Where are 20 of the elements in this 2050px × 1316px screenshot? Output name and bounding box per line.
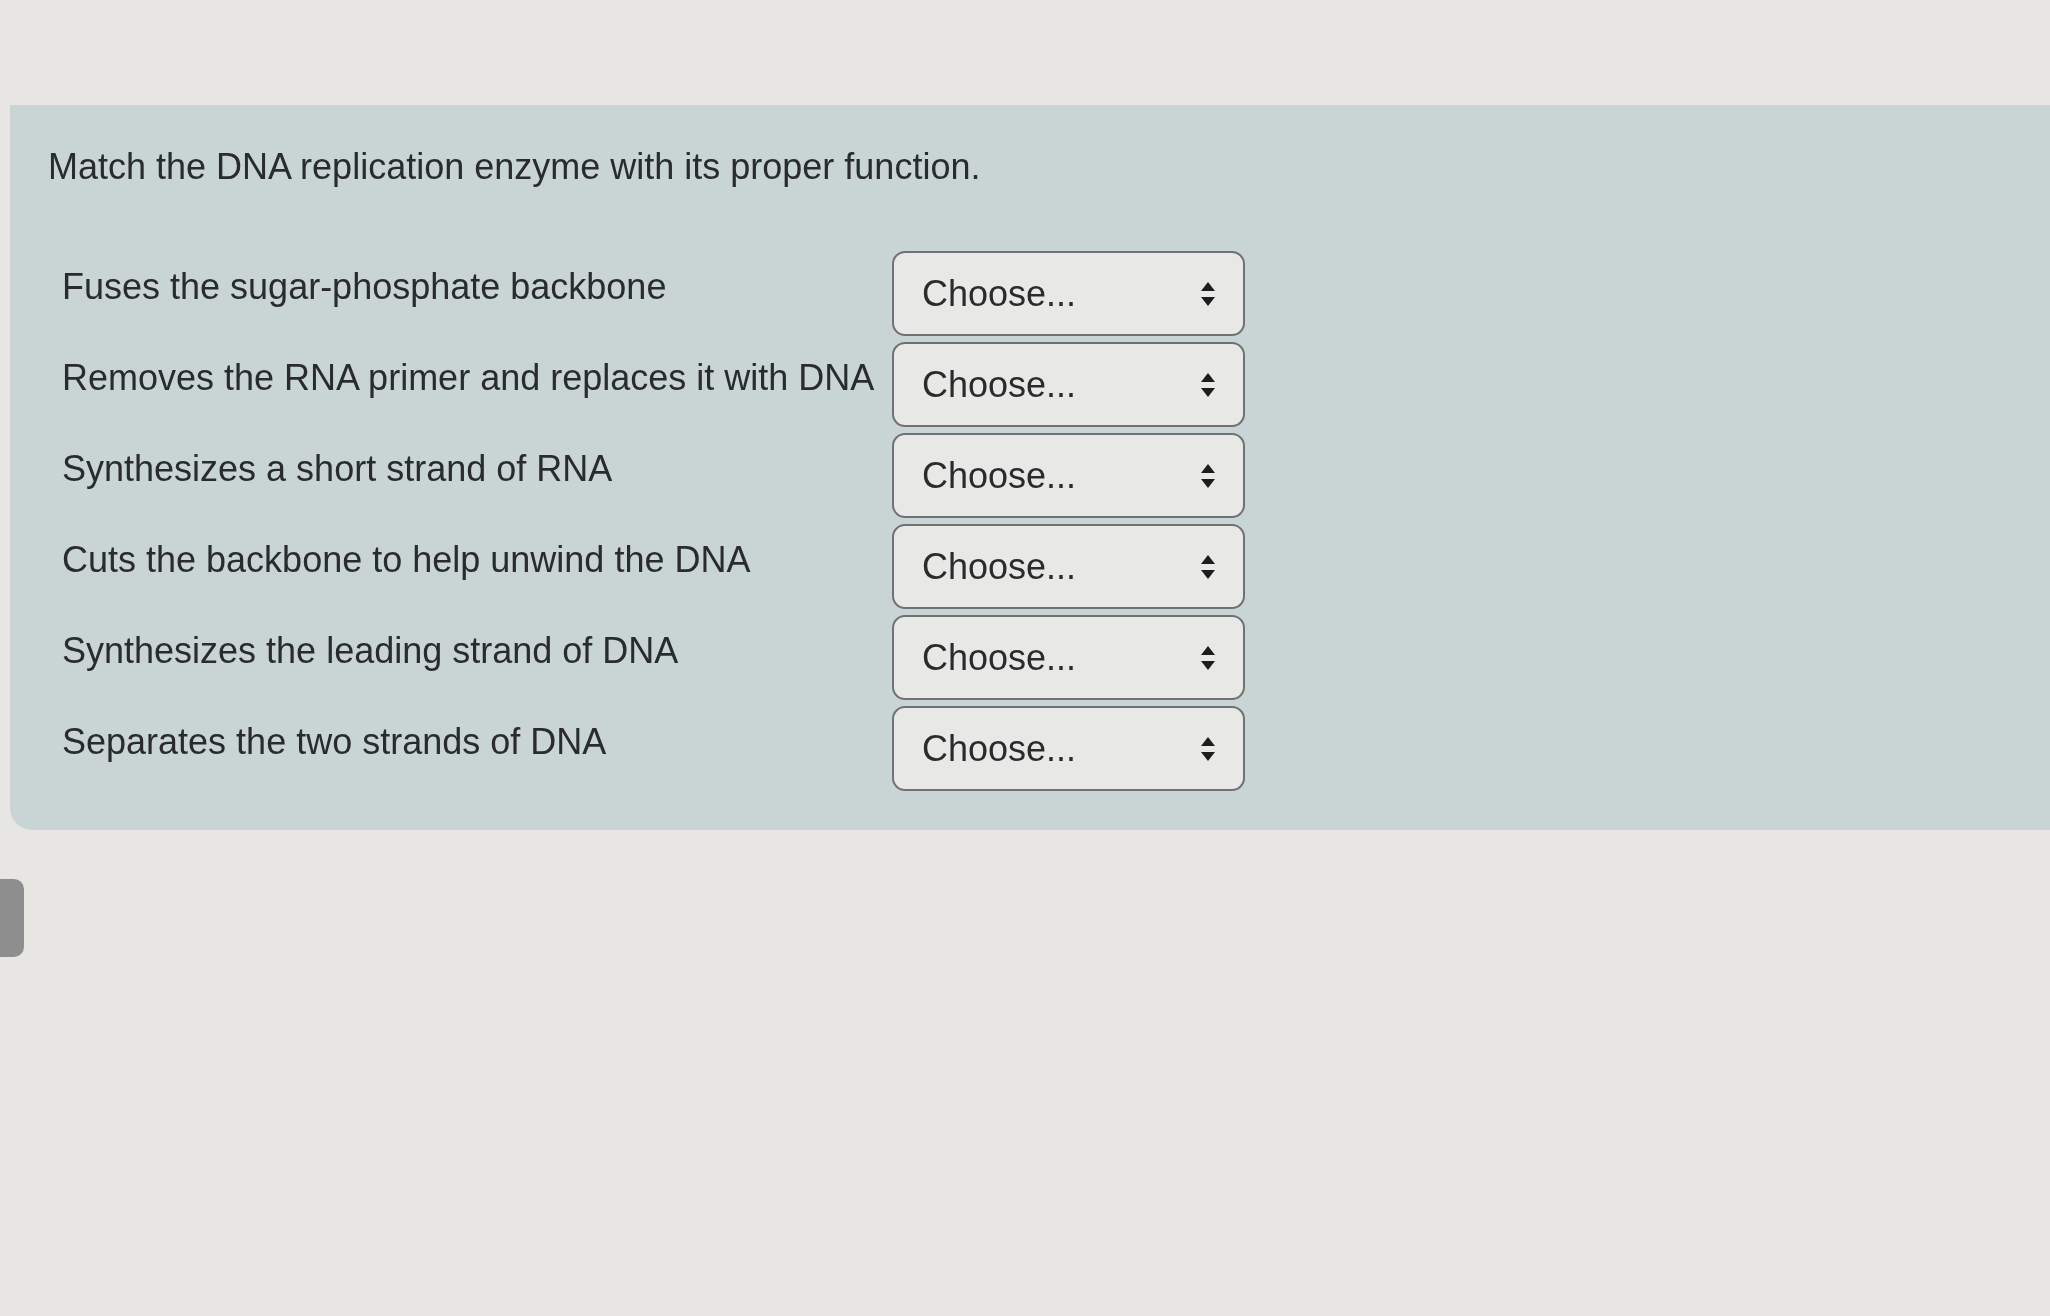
choice-dropdown[interactable]: Choose... [892, 524, 1245, 609]
function-label: Synthesizes a short strand of RNA [62, 447, 614, 489]
up-down-arrows-icon [1201, 372, 1215, 397]
up-down-arrows-icon [1201, 281, 1215, 306]
choice-dropdown[interactable]: Choose... [892, 706, 1245, 791]
function-label: Fuses the sugar-phosphate backbone [62, 265, 668, 307]
up-down-arrows-icon [1201, 736, 1215, 761]
choice-dropdown[interactable]: Choose... [892, 615, 1245, 700]
function-label: Cuts the backbone to help unwind the DNA [62, 538, 752, 580]
choice-dropdown[interactable]: Choose... [892, 342, 1245, 427]
function-label: Removes the RNA primer and replaces it with DNA [62, 356, 876, 398]
choice-dropdown[interactable]: Choose... [892, 251, 1245, 336]
up-down-arrows-icon [1201, 645, 1215, 670]
question-text: Match the DNA replication enzyme with its proper function. [48, 147, 981, 187]
up-down-arrows-icon [1201, 554, 1215, 579]
function-label: Separates the two strands of DNA [62, 720, 608, 762]
function-label: Synthesizes the leading strand of DNA [62, 629, 680, 671]
choice-dropdown[interactable]: Choose... [892, 433, 1245, 518]
up-down-arrows-icon [1201, 463, 1215, 488]
side-handle[interactable] [0, 879, 24, 957]
